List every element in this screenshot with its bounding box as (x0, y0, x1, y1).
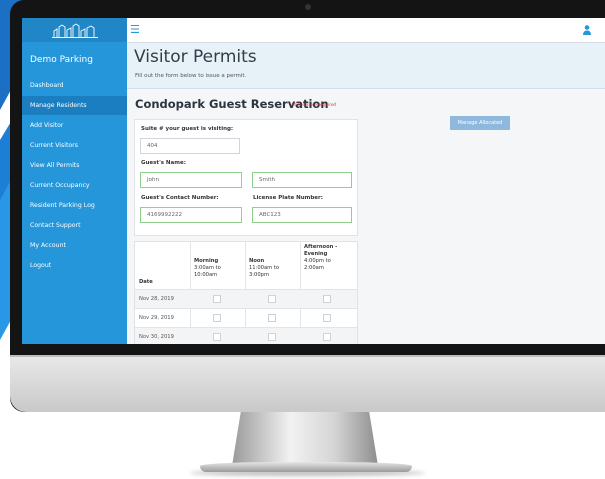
monitor-chin-edge (10, 355, 605, 357)
sidebar-item-contact-support[interactable]: Contact Support (22, 216, 127, 235)
sidebar-item-view-all-permits[interactable]: View All Permits (22, 156, 127, 175)
afternoon-evening-checkbox[interactable] (323, 333, 331, 341)
license-plate-input[interactable]: ABC123 (252, 207, 352, 223)
noon-header: Noon 11:00am to 3:00pm (249, 258, 280, 278)
row-date: Nov 28, 2019 (139, 296, 174, 302)
sidebar-item-dashboard[interactable]: Dashboard (22, 76, 127, 95)
table-row: Nov 30, 2019 (135, 327, 357, 344)
contact-number-label: Guest's Contact Number: (141, 195, 219, 201)
morning-checkbox[interactable] (213, 333, 221, 341)
page-title: Visitor Permits (134, 47, 257, 67)
sidebar-item-current-visitors[interactable]: Current Visitors (22, 136, 127, 155)
suite-input[interactable]: 404 (140, 138, 240, 154)
page-subtitle: Fill out the form below to issue a permi… (135, 73, 247, 79)
date-header: Date (139, 279, 153, 285)
sidebar-item-current-occupancy[interactable]: Current Occupancy (22, 176, 127, 195)
monitor-stand-base (200, 462, 412, 472)
noon-checkbox[interactable] (268, 295, 276, 303)
guest-form: Suite # your guest is visiting: 404 Gues… (134, 119, 358, 236)
contact-number-input[interactable]: 4169992222 (140, 207, 242, 223)
sidebar-item-manage-residents[interactable]: Manage Residents (22, 96, 127, 115)
table-row: Nov 29, 2019 (135, 308, 357, 328)
monitor-stand (232, 412, 378, 466)
suite-label: Suite # your guest is visiting: (141, 126, 234, 132)
sidebar-item-my-account[interactable]: My Account (22, 236, 127, 255)
monitor-camera (305, 4, 311, 10)
morning-header: Morning 3:00am to 10:00am (194, 258, 221, 278)
sidebar-item-resident-parking-log[interactable]: Resident Parking Log (22, 196, 127, 215)
row-date: Nov 29, 2019 (139, 315, 174, 321)
table-row: Nov 28, 2019 (135, 289, 357, 309)
first-name-input[interactable]: John (140, 172, 242, 188)
manage-allocated-button[interactable]: Manage Allocated (450, 116, 510, 130)
morning-checkbox[interactable] (213, 314, 221, 322)
schedule-table: Date Morning 3:00am to 10:00am Noon 11:00a… (134, 241, 358, 344)
afternoon-evening-checkbox[interactable] (323, 295, 331, 303)
sidebar-item-logout[interactable]: Logout (22, 256, 127, 275)
morning-checkbox[interactable] (213, 295, 221, 303)
guest-name-label: Guest's Name: (141, 160, 186, 166)
license-plate-label: License Plate Number: (253, 195, 323, 201)
user-icon[interactable] (582, 24, 592, 36)
row-date: Nov 30, 2019 (139, 334, 174, 340)
app-screen: Demo Parking Dashboard Manage Residents Ad… (22, 18, 605, 344)
top-bar (127, 18, 605, 43)
hamburger-icon[interactable]: ☰ (130, 23, 140, 36)
afternoon-evening-checkbox[interactable] (323, 314, 331, 322)
last-name-input[interactable]: Smith (252, 172, 352, 188)
building-logo-icon[interactable] (50, 22, 100, 39)
sidebar-item-add-visitor[interactable]: Add Visitor (22, 116, 127, 135)
afternoon-evening-header: Afternoon - Evening 4:00pm to 2:00am (304, 244, 338, 271)
noon-checkbox[interactable] (268, 333, 276, 341)
app-name: Demo Parking (30, 55, 93, 65)
required-note: All fields are required (291, 102, 337, 107)
noon-checkbox[interactable] (268, 314, 276, 322)
monitor-chin (10, 355, 605, 412)
